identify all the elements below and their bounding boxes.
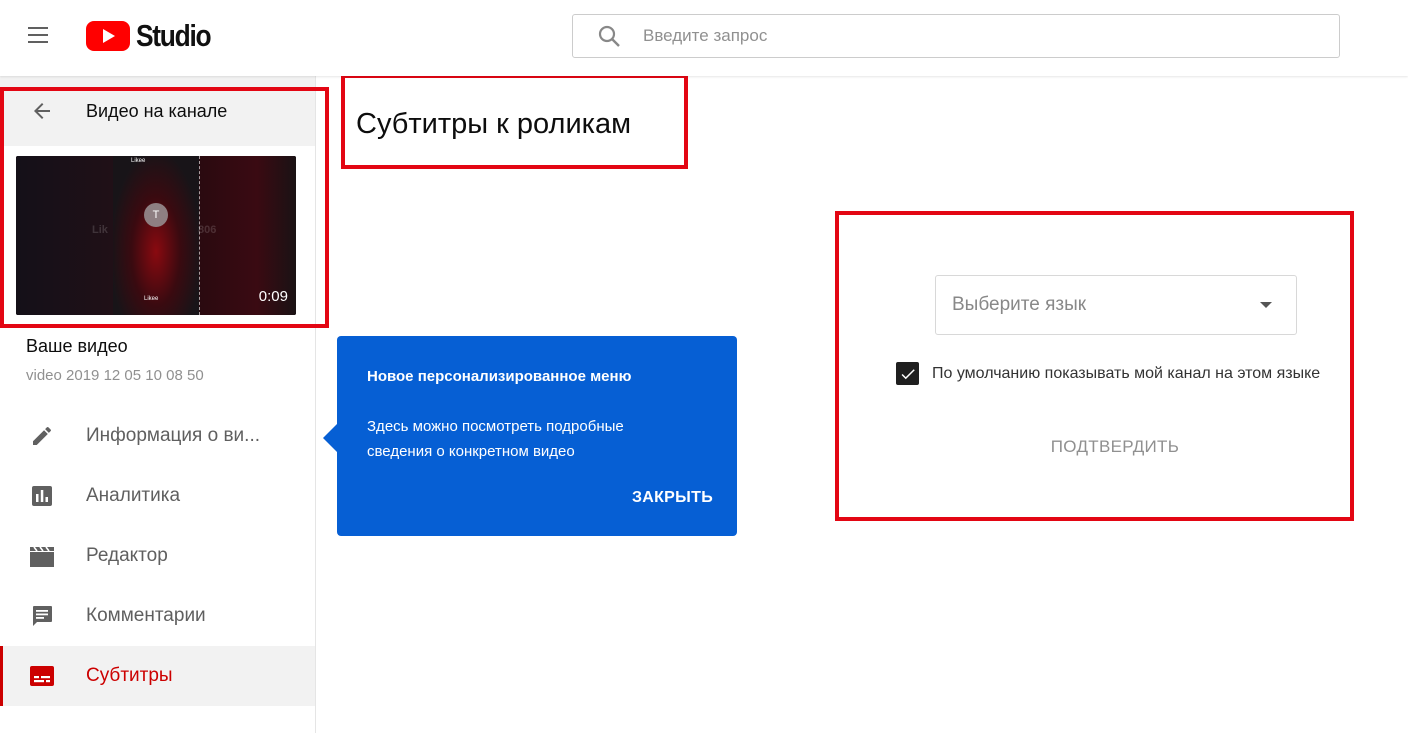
back-label: Видео на канале — [86, 100, 228, 121]
video-thumbnail[interactable]: Likee Lik 806 T Likee 0:09 — [16, 156, 296, 315]
language-select[interactable]: Выберите язык — [935, 275, 1297, 335]
page-title: Субтитры к роликам — [356, 108, 632, 140]
back-to-channel-videos[interactable]: Видео на канале — [0, 76, 315, 146]
video-duration: 0:09 — [258, 288, 288, 305]
menu-item-label: Информация о ви... — [86, 425, 260, 446]
youtube-studio-logo[interactable]: Studio — [86, 18, 223, 53]
default-language-checkbox-row[interactable]: По умолчанию показывать мой канал на это… — [896, 362, 1320, 385]
menu-item-label: Субтитры — [86, 665, 173, 686]
youtube-play-icon — [86, 21, 130, 51]
tooltip-close-button[interactable]: ЗАКРЫТЬ — [632, 489, 713, 507]
tooltip-title: Новое персонализированное меню — [367, 368, 632, 385]
menu-item-label: Редактор — [86, 545, 168, 566]
tooltip-body: Здесь можно посмотреть подробные сведени… — [367, 418, 624, 460]
checkmark-icon — [901, 368, 915, 379]
logo-text: Studio — [136, 18, 212, 53]
default-language-checkbox[interactable] — [896, 362, 919, 385]
confirm-button[interactable]: ПОДТВЕРДИТЬ — [1035, 437, 1195, 457]
menu-item-comments[interactable]: Комментарии — [0, 586, 315, 646]
video-menu: Информация о ви... Аналитика Редактор Ко… — [0, 406, 315, 706]
arrow-back-icon[interactable] — [28, 97, 56, 125]
menu-item-subtitles[interactable]: Субтитры — [0, 646, 315, 706]
analytics-icon — [28, 482, 56, 510]
sidebar: Видео на канале Likee Lik 806 T Likee 0:… — [0, 76, 316, 733]
hamburger-menu-icon[interactable] — [28, 27, 48, 45]
menu-item-editor[interactable]: Редактор — [0, 526, 315, 586]
menu-item-details[interactable]: Информация о ви... — [0, 406, 315, 466]
likee-watermark-top: Likee — [131, 158, 146, 164]
search-input[interactable] — [643, 26, 1263, 46]
thumb-avatar: T — [144, 203, 168, 227]
new-menu-tooltip: Новое персонализированное меню Здесь мож… — [323, 336, 737, 536]
language-select-value: Выберите язык — [952, 294, 1087, 315]
pencil-icon — [28, 422, 56, 450]
studio-app: Studio Видео на канале Likee Lik 806 T L… — [0, 0, 1408, 733]
video-filename: video 2019 12 05 10 08 50 — [26, 367, 204, 384]
likee-watermark-bottom: Likee — [144, 296, 159, 302]
top-bar: Studio — [0, 0, 1408, 76]
clapperboard-icon — [28, 542, 56, 570]
menu-item-analytics[interactable]: Аналитика — [0, 466, 315, 526]
search-box[interactable] — [572, 14, 1340, 58]
dropdown-caret-icon — [1260, 302, 1272, 308]
comment-icon — [28, 602, 56, 630]
menu-item-label: Комментарии — [86, 605, 206, 626]
subtitles-icon — [28, 662, 56, 690]
video-title: Ваше видео — [26, 336, 128, 356]
thumb-ghost-text-left: Lik — [92, 224, 108, 236]
checkbox-label: По умолчанию показывать мой канал на это… — [932, 364, 1321, 382]
thumb-ghost-text-right: 806 — [198, 224, 217, 236]
search-icon[interactable] — [587, 15, 631, 57]
menu-item-label: Аналитика — [86, 485, 181, 506]
